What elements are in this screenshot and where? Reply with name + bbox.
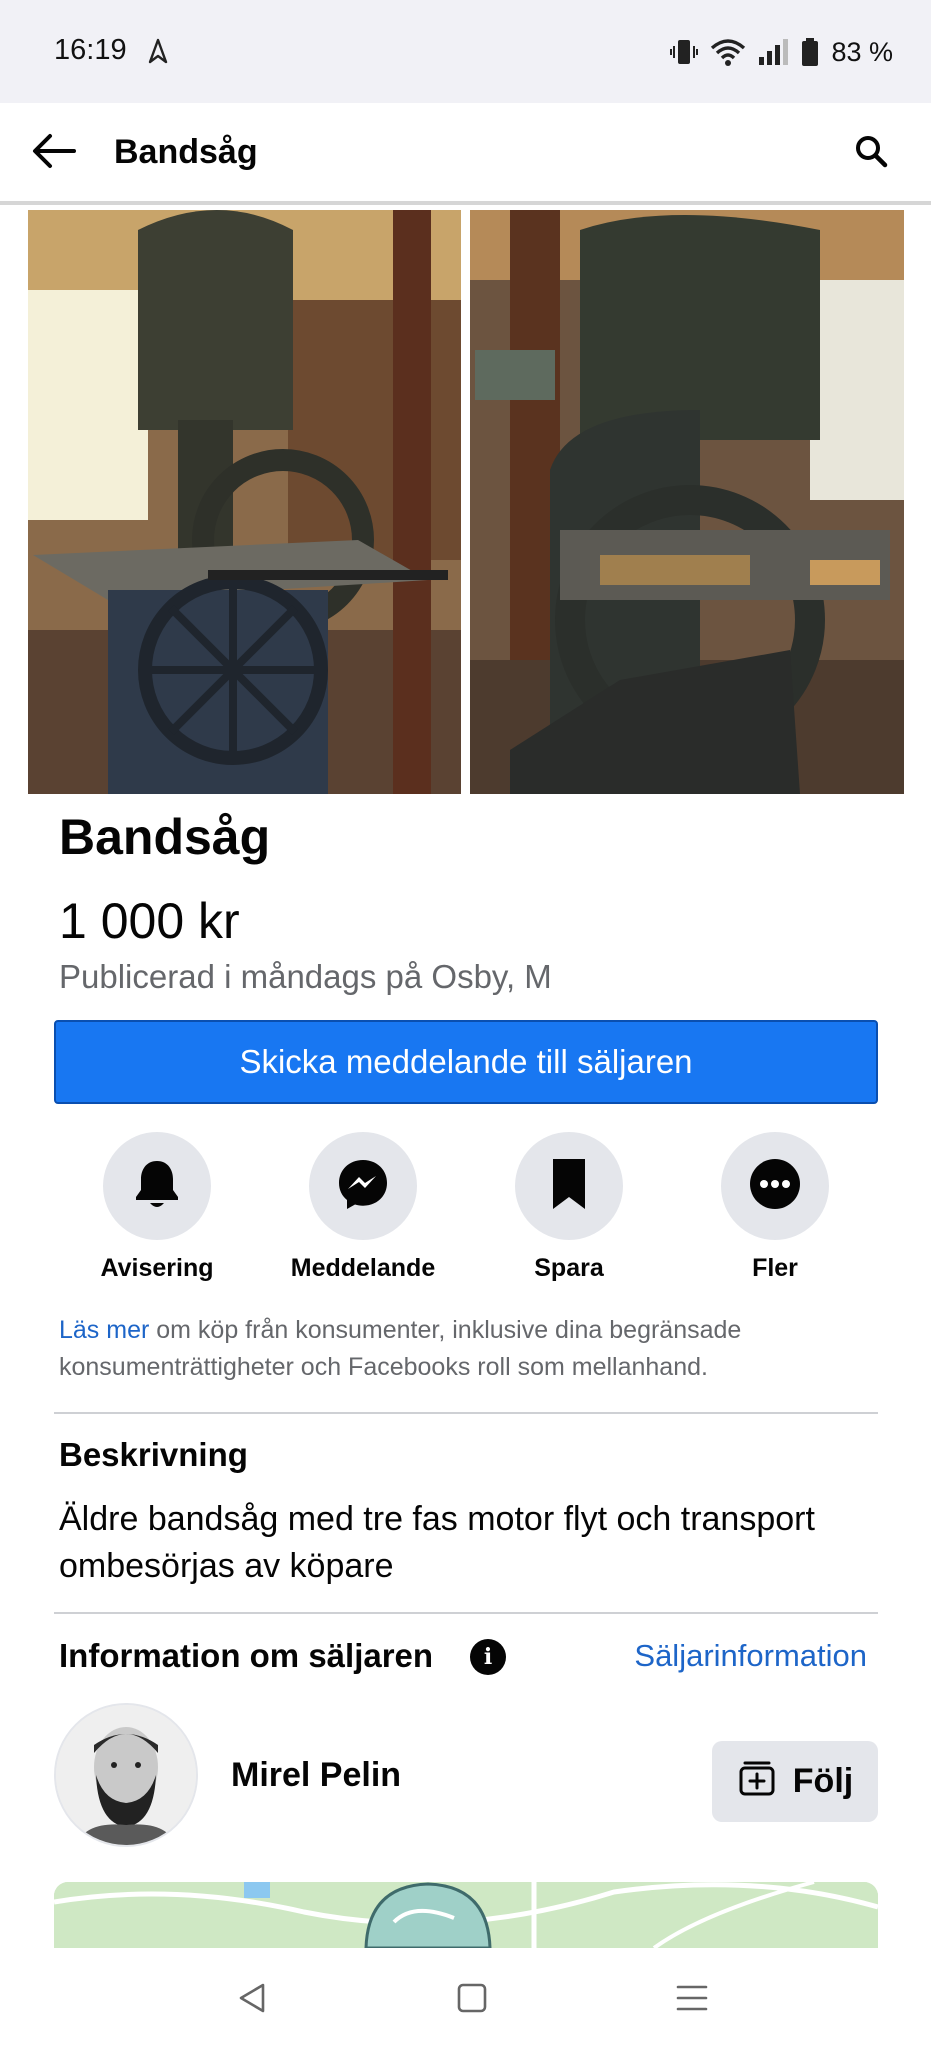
seller-heading: Information om säljaren xyxy=(59,1637,434,1674)
more-circle[interactable] xyxy=(721,1132,829,1240)
back-button[interactable] xyxy=(30,129,78,177)
message-circle[interactable] xyxy=(309,1132,417,1240)
save-circle[interactable] xyxy=(515,1132,623,1240)
save-button[interactable]: Spara xyxy=(466,1132,672,1283)
avatar[interactable] xyxy=(54,1703,198,1847)
battery-icon xyxy=(801,37,819,67)
more-label: Fler xyxy=(752,1254,798,1282)
consumer-info-text: om köp från konsumenter, inklusive dina … xyxy=(59,1316,742,1381)
app-bar: Bandsåg xyxy=(0,103,931,205)
back-nav-button[interactable] xyxy=(228,1976,276,2024)
divider xyxy=(54,1412,878,1414)
message-button[interactable]: Meddelande xyxy=(260,1132,466,1283)
message-seller-button[interactable]: Skicka meddelande till säljaren xyxy=(54,1020,878,1104)
messenger-icon xyxy=(336,1157,390,1216)
menu-lines-icon xyxy=(675,1981,709,2020)
more-icon xyxy=(749,1158,801,1215)
seller-info-link[interactable]: Säljarinformation xyxy=(634,1638,867,1674)
recents-nav-button[interactable] xyxy=(668,1976,716,2024)
notify-button[interactable]: Avisering xyxy=(54,1132,260,1283)
status-icons: 83 % xyxy=(669,32,893,72)
add-follow-icon xyxy=(737,1757,777,1806)
consumer-info: Läs mer om köp från konsumenter, inklusi… xyxy=(59,1312,859,1386)
home-nav-button[interactable] xyxy=(448,1976,496,2024)
status-bar: 16:19 83 % xyxy=(0,0,931,103)
seller-name[interactable]: Mirel Pelin xyxy=(231,1756,401,1795)
listing-photo-1[interactable] xyxy=(28,210,461,794)
bell-icon xyxy=(132,1157,182,1216)
listing-photo-2[interactable] xyxy=(470,210,904,794)
description-heading: Beskrivning xyxy=(59,1436,248,1473)
navigation-arrow-icon xyxy=(146,38,170,66)
search-button[interactable] xyxy=(847,129,895,177)
search-icon xyxy=(854,134,888,173)
follow-label: Följ xyxy=(792,1762,854,1800)
square-home-icon xyxy=(455,1981,489,2020)
signal-icon xyxy=(757,37,791,67)
action-row: Avisering Meddelande Spara Fler xyxy=(54,1132,878,1284)
bookmark-icon xyxy=(549,1157,589,1216)
read-more-link[interactable]: Läs mer xyxy=(59,1316,149,1344)
arrow-left-icon xyxy=(32,133,76,174)
divider xyxy=(54,1612,878,1614)
more-button[interactable]: Fler xyxy=(672,1132,878,1283)
listing-meta: Publicerad i måndags på Osby, M xyxy=(59,958,552,995)
vibrate-icon xyxy=(669,37,699,67)
listing-price: 1 000 kr xyxy=(59,893,240,949)
triangle-back-icon xyxy=(235,1981,269,2020)
wifi-icon xyxy=(709,37,747,67)
battery-percent: 83 % xyxy=(831,36,893,67)
location-map[interactable] xyxy=(54,1882,878,1948)
message-label: Meddelande xyxy=(290,1254,436,1282)
page-title: Bandsåg xyxy=(114,133,258,171)
description-text: Äldre bandsåg med tre fas motor flyt och… xyxy=(59,1500,815,1585)
info-icon[interactable]: i xyxy=(470,1639,506,1675)
follow-button[interactable]: Följ xyxy=(712,1741,878,1822)
notify-circle[interactable] xyxy=(103,1132,211,1240)
notify-label: Avisering xyxy=(100,1254,214,1282)
status-time: 16:19 xyxy=(54,34,127,66)
system-nav-bar xyxy=(0,1948,931,2048)
listing-title: Bandsåg xyxy=(59,809,271,865)
save-label: Spara xyxy=(534,1254,604,1282)
